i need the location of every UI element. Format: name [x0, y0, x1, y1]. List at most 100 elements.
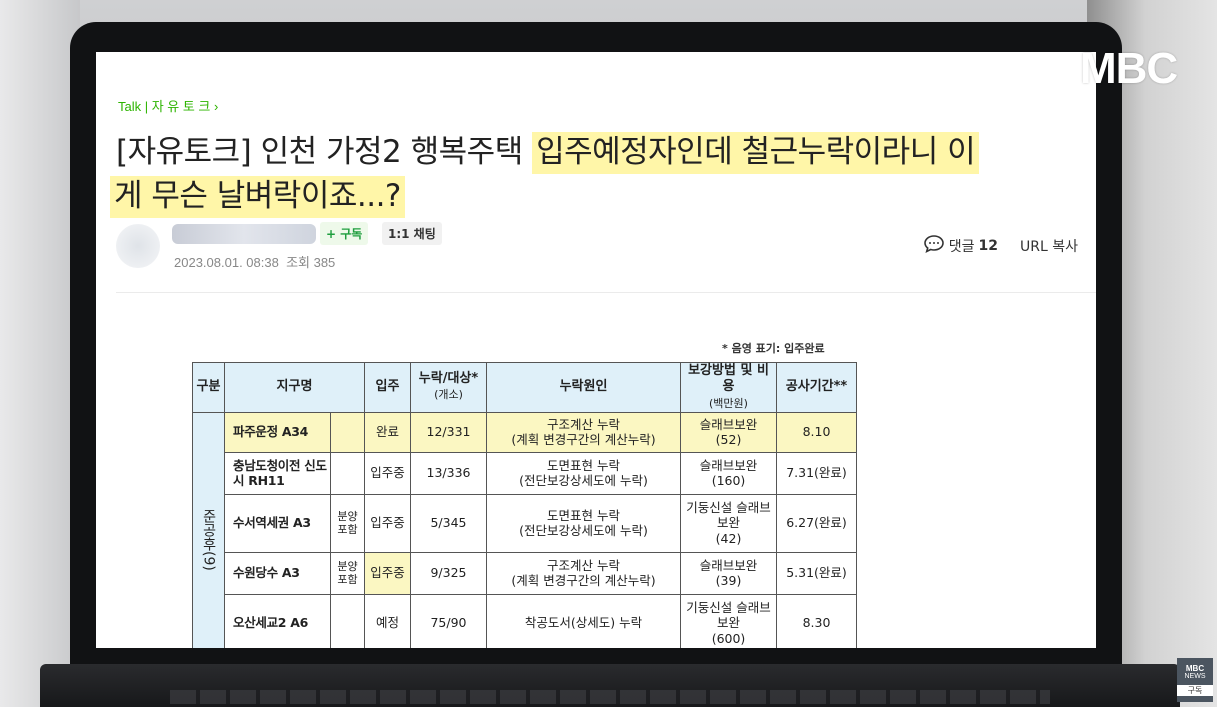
post-title-line-1: [자유토크] 인천 가정2 행복주택 입주예정자인데 철근누락이라니 이	[116, 126, 980, 174]
method-main: 슬래브보완	[699, 416, 758, 432]
cause-detail: (전단보강상세도에 누락)	[519, 473, 648, 489]
cause-main: 도면표현 누락	[547, 457, 620, 473]
header-divider	[116, 292, 1096, 293]
chat-button[interactable]: 1:1 채팅	[382, 222, 442, 245]
board-link[interactable]: Talk | 자 유 토 크 ›	[118, 96, 218, 115]
cell-method: 기둥신설 슬래브보완 (600)	[680, 593, 777, 648]
post-title-highlight-2: 게 무슨 날벼락이죠...?	[110, 176, 405, 218]
cell-district: 수서역세권 A3	[224, 493, 331, 553]
comment-icon[interactable]	[923, 234, 945, 258]
cause-main: 구조계산 누락	[547, 416, 620, 432]
author-avatar[interactable]	[116, 224, 160, 268]
method-cost: (52)	[715, 432, 742, 448]
group-label: 준공후(9)	[200, 508, 217, 571]
table-header-row: 구분 지구명 입주 누락/대상* (개소) 누락원인 보강방법 및 비용 (백만…	[192, 362, 857, 413]
comments-count[interactable]: 12	[979, 238, 998, 254]
cell-period: 7.31(완료)	[776, 451, 857, 495]
cell-cause: 구조계산 누락 (계획 변경구간의 계산누락)	[486, 551, 681, 595]
cell-ratio: 12/331	[410, 411, 487, 453]
group-cell: 준공후(9)	[192, 411, 225, 648]
mbc-logo: MBC	[1080, 44, 1178, 93]
cell-status: 입주중	[364, 451, 411, 495]
th-ratio: 누락/대상* (개소)	[410, 362, 487, 413]
table-row: 수원당수 A3 분양 포함 입주중 9/325 구조계산 누락 (계획 변경구간의…	[193, 551, 857, 595]
cell-ratio: 13/336	[410, 451, 487, 495]
method-main: 기둥신설 슬래브보완	[686, 499, 771, 531]
cause-detail: (계획 변경구간의 계산누락)	[511, 573, 656, 589]
leak-table: 구분 지구명 입주 누락/대상* (개소) 누락원인 보강방법 및 비용 (백만…	[192, 362, 857, 648]
th-district: 지구명	[224, 362, 365, 413]
cell-status: 완료	[364, 411, 411, 453]
cell-method: 슬래브보완 (39)	[680, 551, 777, 595]
cause-detail: (전단보강상세도에 누락)	[519, 523, 648, 539]
table-row: 준공후(9) 파주운정 A34 완료 12/331 구조계산 누락 (계획 변경구…	[192, 411, 857, 648]
cell-cause: 도면표현 누락 (전단보강상세도에 누락)	[486, 493, 681, 553]
post-views: 조회 385	[286, 255, 336, 270]
th-ratio-unit: (개소)	[434, 388, 463, 402]
cell-note	[330, 593, 365, 648]
badge-mbc: MBC	[1185, 664, 1205, 673]
badge-subscribe: 구독	[1177, 684, 1213, 696]
th-status: 입주	[364, 362, 411, 413]
url-copy-button[interactable]: URL 복사	[1020, 236, 1078, 256]
chevron-right-icon: ›	[214, 99, 219, 114]
author-name-blurred[interactable]	[172, 224, 316, 244]
cell-note	[330, 451, 365, 495]
cell-period: 5.31(완료)	[776, 551, 857, 595]
table-row: 충남도청이전 신도시 RH11 입주중 13/336 도면표현 누락 (전단보강상…	[193, 451, 857, 495]
cell-district: 파주운정 A34	[224, 411, 331, 453]
cell-period: 8.30	[776, 593, 857, 648]
method-cost: (42)	[715, 531, 742, 547]
cause-main: 도면표현 누락	[547, 507, 620, 523]
post-date: 2023.08.01. 08:38	[174, 255, 279, 270]
cell-period: 6.27(완료)	[776, 493, 857, 553]
th-method-label: 보강방법 및 비용	[688, 363, 769, 395]
th-method: 보강방법 및 비용 (백만원)	[680, 362, 777, 413]
laptop-screen: Talk | 자 유 토 크 › [자유토크] 인천 가정2 행복주택 입주예정…	[96, 52, 1096, 648]
th-period: 공사기간**	[776, 362, 857, 413]
cell-district: 수원당수 A3	[224, 551, 331, 595]
th-group: 구분	[192, 362, 225, 413]
subscribe-button[interactable]: + 구독	[320, 222, 369, 245]
cell-note: 분양 포함	[330, 493, 365, 553]
method-cost: (160)	[711, 473, 746, 489]
comments-label[interactable]: 댓글	[949, 236, 975, 256]
cell-status: 예정	[364, 593, 411, 648]
cell-note: 분양 포함	[330, 551, 365, 595]
cell-district: 오산세교2 A6	[224, 593, 331, 648]
cell-ratio: 75/90	[410, 593, 487, 648]
cell-ratio: 5/345	[410, 493, 487, 553]
cell-method: 기둥신설 슬래브보완 (42)	[680, 493, 777, 553]
th-ratio-label: 누락/대상*	[418, 371, 479, 387]
table-note: * 음영 표기: 입주완료	[722, 342, 825, 355]
post-title-line-2: 게 무슨 날벼락이죠...?	[110, 170, 405, 218]
laptop-keyboard	[170, 690, 1050, 704]
mbc-news-subscribe-badge[interactable]: MBC NEWS 구독	[1177, 658, 1213, 702]
method-cost: (39)	[715, 573, 742, 589]
cell-district: 충남도청이전 신도시 RH11	[224, 451, 331, 495]
cell-cause: 구조계산 누락 (계획 변경구간의 계산누락)	[486, 411, 681, 453]
cell-status: 입주중	[364, 493, 411, 553]
cell-cause: 도면표현 누락 (전단보강상세도에 누락)	[486, 451, 681, 495]
table-image: 구분 지구명 입주 누락/대상* (개소) 누락원인 보강방법 및 비용 (백만…	[192, 362, 857, 648]
th-method-unit: (백만원)	[709, 396, 748, 410]
board-label: Talk | 자 유 토 크	[118, 99, 211, 114]
background-left	[0, 0, 80, 707]
cause-detail: (계획 변경구간의 계산누락)	[511, 432, 656, 448]
post-title-plain: [자유토크] 인천 가정2 행복주택	[116, 134, 533, 170]
cell-method: 슬래브보완 (52)	[680, 411, 777, 453]
post-title-highlight-1: 입주예정자인데 철근누락이라니 이	[532, 132, 980, 174]
method-main: 슬래브보완	[699, 457, 758, 473]
post-meta: 2023.08.01. 08:38 조회 385	[174, 252, 335, 271]
method-cost: (600)	[711, 631, 746, 647]
method-main: 슬래브보완	[699, 557, 758, 573]
method-main: 기둥신설 슬래브보완	[686, 599, 771, 631]
cause-main: 착공도서(상세도) 누락	[524, 615, 643, 631]
badge-news: NEWS	[1184, 673, 1206, 680]
cell-period: 8.10	[776, 411, 857, 453]
table-row: 오산세교2 A6 예정 75/90 착공도서(상세도) 누락 기둥신설 슬래브보…	[193, 593, 857, 648]
cell-cause: 착공도서(상세도) 누락	[486, 593, 681, 648]
table-row: 수서역세권 A3 분양 포함 입주중 5/345 도면표현 누락 (전단보강상세도…	[193, 493, 857, 553]
post-actions: 댓글 12 URL 복사	[923, 234, 1078, 258]
cell-ratio: 9/325	[410, 551, 487, 595]
